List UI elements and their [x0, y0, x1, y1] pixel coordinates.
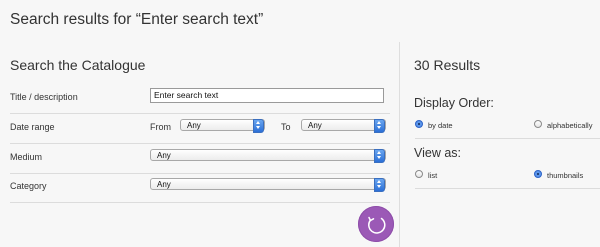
- medium-label: Medium: [10, 152, 43, 162]
- select-arrows-icon: [374, 149, 385, 163]
- title-search-input[interactable]: [150, 88, 384, 103]
- to-label: To: [281, 122, 291, 132]
- medium-select[interactable]: Any: [150, 149, 386, 163]
- display-order-section: [415, 84, 600, 139]
- to-date-value: Any: [308, 121, 322, 130]
- order-alphabetically-label: alphabetically: [547, 121, 593, 130]
- view-thumbnails-label: thumbnails: [547, 171, 584, 180]
- view-as-heading: View as:: [414, 146, 462, 160]
- medium-row: Medium Any: [10, 144, 390, 174]
- category-value: Any: [157, 180, 171, 189]
- from-label: From: [150, 122, 171, 132]
- title-label: Title / description: [10, 92, 78, 102]
- select-arrows-icon: [374, 119, 385, 133]
- medium-value: Any: [157, 151, 171, 160]
- select-arrows-icon: [253, 119, 264, 133]
- results-count: 30 Results: [414, 57, 481, 73]
- order-by-date-radio[interactable]: [415, 120, 423, 128]
- category-row: Category Any: [10, 173, 390, 203]
- refresh-arrow-icon: [368, 216, 386, 234]
- to-date-select[interactable]: Any: [301, 119, 386, 133]
- view-list-label: list: [428, 171, 438, 180]
- date-range-row: Date range From Any To Any: [10, 114, 390, 144]
- from-date-value: Any: [187, 121, 201, 130]
- display-order-heading: Display Order:: [414, 96, 494, 110]
- from-date-select[interactable]: Any: [180, 119, 265, 133]
- order-by-date-label: by date: [428, 121, 453, 130]
- category-label: Category: [10, 181, 47, 191]
- page-header: Search results for “Enter search text”: [0, 0, 600, 42]
- page-title: Search results for “Enter search text”: [10, 11, 264, 28]
- search-panel-title: Search the Catalogue: [10, 57, 146, 73]
- category-select[interactable]: Any: [150, 178, 386, 192]
- select-arrows-icon: [374, 178, 385, 192]
- date-range-label: Date range: [10, 122, 55, 132]
- view-list-radio[interactable]: [415, 170, 423, 178]
- title-row: Title / description: [10, 84, 390, 114]
- view-thumbnails-radio[interactable]: [534, 170, 542, 178]
- order-alphabetically-radio[interactable]: [534, 120, 542, 128]
- view-as-divider: [415, 188, 600, 189]
- search-submit-button[interactable]: [358, 206, 394, 242]
